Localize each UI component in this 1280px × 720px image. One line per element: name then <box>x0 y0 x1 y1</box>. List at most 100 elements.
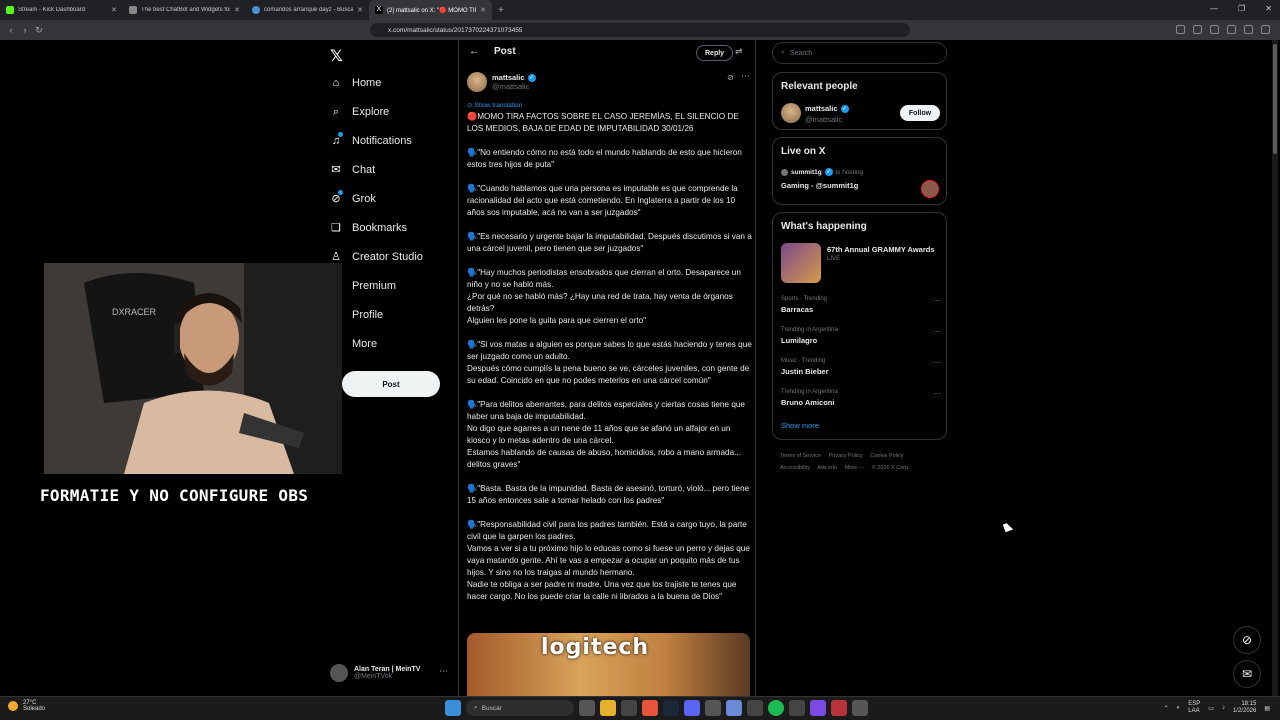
browser-icon[interactable] <box>642 700 658 716</box>
reply-button[interactable]: Reply <box>696 45 734 61</box>
steam-icon[interactable] <box>663 700 679 716</box>
close-icon[interactable]: ✕ <box>357 6 363 14</box>
event-thumbnail[interactable] <box>781 243 821 283</box>
nav-bookmarks[interactable]: ❏ Bookmarks <box>330 222 407 234</box>
discord-icon[interactable] <box>684 700 700 716</box>
post-author[interactable]: mattsalic ✓ @mattsalic <box>467 72 536 92</box>
live-stream-title[interactable]: Gaming - @summit1g <box>781 181 858 190</box>
post-image[interactable]: logitech <box>467 633 750 696</box>
language-indicator[interactable]: ESP <box>1188 701 1200 708</box>
network-icon[interactable]: ◐ <box>1177 705 1181 711</box>
extension-icon[interactable] <box>1176 25 1185 34</box>
sun-icon <box>8 701 18 711</box>
footer-link[interactable]: Cookie Policy <box>870 453 903 459</box>
more-icon[interactable]: ⋯ <box>741 71 750 82</box>
extension-icon[interactable] <box>1227 25 1236 34</box>
more-icon[interactable]: ⋯ <box>933 327 941 336</box>
chevron-up-icon[interactable]: ⌃ <box>1164 705 1169 712</box>
more-icon[interactable]: ⋯ <box>933 358 941 367</box>
avatar[interactable] <box>781 103 801 123</box>
nav-notifications[interactable]: ♫ Notifications <box>330 132 412 147</box>
extension-icon[interactable] <box>1210 25 1219 34</box>
close-icon[interactable]: ✕ <box>234 6 240 14</box>
follow-button[interactable]: Follow <box>900 105 940 121</box>
search-input[interactable]: ⌕ Search <box>772 42 947 64</box>
spotify-icon[interactable] <box>768 700 784 716</box>
volume-icon[interactable]: ♪ <box>1222 705 1225 711</box>
nav-explore[interactable]: ⌕ Explore <box>330 106 389 118</box>
minimize-icon[interactable]: — <box>1210 4 1218 13</box>
mouse-cursor-icon <box>1002 521 1014 533</box>
trend-item[interactable]: Sports · Trending Barracas ⋯ <box>781 296 941 314</box>
trend-item[interactable]: Music · Trending Justin Bieber ⋯ <box>781 358 941 376</box>
x-logo-icon[interactable]: 𝕏 <box>330 46 343 66</box>
nav-chat[interactable]: ✉ Chat <box>330 164 375 176</box>
app-icon[interactable] <box>789 700 805 716</box>
nav-creator-studio[interactable]: ♙ Creator Studio <box>330 251 423 263</box>
mail-icon[interactable]: ✉ <box>1233 660 1261 688</box>
tab-chatbot[interactable]: The best ChatBot and Widgets for K… ✕ <box>123 0 246 20</box>
tab-x-post[interactable]: X (2) mattsalic on X: "🔴 MOMO TIR… ✕ <box>369 0 492 20</box>
back-icon[interactable]: ‹ <box>4 25 18 35</box>
close-window-icon[interactable]: ✕ <box>1265 4 1272 13</box>
grok-icon[interactable]: ⊘ <box>1233 626 1261 654</box>
nav-grok[interactable]: ⊘ Grok <box>330 190 376 205</box>
footer-link[interactable]: Privacy Policy <box>829 453 863 459</box>
close-icon[interactable]: ✕ <box>480 6 486 14</box>
maximize-icon[interactable]: ❐ <box>1238 4 1245 13</box>
x-logo-icon: X <box>375 6 383 14</box>
clock[interactable]: 18:15 1/2/2026 <box>1233 701 1256 715</box>
forward-icon[interactable]: › <box>18 25 32 35</box>
event-title[interactable]: 67th Annual GRAMMY Awards <box>827 245 935 254</box>
extension-icon[interactable] <box>1244 25 1253 34</box>
tab-kick[interactable]: Stream - Kick Dashboard ✕ <box>0 0 123 20</box>
footer-link[interactable]: Terms of Service <box>780 453 821 459</box>
close-icon[interactable]: ✕ <box>111 6 117 14</box>
notification-icon[interactable]: ▤ <box>1264 705 1270 712</box>
app-icon[interactable] <box>705 700 721 716</box>
nav-home[interactable]: ⌂ Home <box>330 77 382 89</box>
reload-icon[interactable]: ↻ <box>32 25 46 36</box>
app-icon[interactable] <box>621 700 637 716</box>
windows-start-icon[interactable] <box>445 700 461 716</box>
app-icon[interactable] <box>831 700 847 716</box>
app-icon[interactable] <box>726 700 742 716</box>
live-host[interactable]: summit1g ✓ is hosting <box>781 168 863 176</box>
avatar[interactable] <box>467 72 487 92</box>
trend-item[interactable]: Trending in Argentina Lumilagro ⋯ <box>781 327 941 345</box>
weather-widget[interactable]: 27°C Soleado <box>8 700 45 712</box>
settings-icon[interactable]: ⇌ <box>735 46 743 57</box>
back-arrow-icon[interactable]: ← <box>469 46 479 57</box>
footer-link[interactable]: More ··· <box>845 465 865 471</box>
show-translation-link[interactable]: ⊙ Show translation <box>467 101 522 109</box>
taskbar-search[interactable]: ⌕ Buscar <box>466 700 574 716</box>
address-bar[interactable]: x.com/mattsalic/status/20173702243710734… <box>370 23 910 37</box>
display-icon[interactable]: ▭ <box>1208 705 1214 712</box>
account-switcher[interactable]: Alan Teran | MeinTV @MeinTVok ⋯ <box>330 660 450 686</box>
live-on-x-card: Live on X summit1g ✓ is hosting Gaming -… <box>772 137 947 205</box>
author-handle: @mattsalic <box>492 82 530 91</box>
more-icon[interactable]: ⋯ <box>933 389 941 398</box>
task-view-icon[interactable] <box>579 700 595 716</box>
grok-icon[interactable]: ⊘ <box>727 73 734 82</box>
event-status: LIVE <box>827 256 841 262</box>
trend-item[interactable]: Trending in Argentina Bruno Amiconi ⋯ <box>781 389 941 407</box>
more-icon[interactable]: ⋯ <box>933 296 941 305</box>
post-button[interactable]: Post <box>342 371 440 397</box>
relevant-person-name[interactable]: mattsalic <box>805 104 838 113</box>
footer-link[interactable]: Accessibility <box>780 465 810 471</box>
app-icon[interactable] <box>810 700 826 716</box>
new-tab-icon[interactable]: + <box>492 5 510 16</box>
extension-icon[interactable] <box>1193 25 1202 34</box>
more-icon[interactable]: ⋯ <box>439 666 448 677</box>
avatar[interactable] <box>921 180 939 198</box>
app-icon[interactable] <box>747 700 763 716</box>
show-more-link[interactable]: Show more <box>781 421 819 430</box>
obs-icon[interactable] <box>852 700 868 716</box>
file-explorer-icon[interactable] <box>600 700 616 716</box>
scrollbar-thumb[interactable] <box>1273 44 1277 154</box>
tab-search[interactable]: comandos arranque dayz - Buscar c… ✕ <box>246 0 369 20</box>
footer-link[interactable]: Ads info <box>817 465 837 471</box>
menu-icon[interactable] <box>1261 25 1270 34</box>
author-name[interactable]: mattsalic <box>492 73 525 82</box>
